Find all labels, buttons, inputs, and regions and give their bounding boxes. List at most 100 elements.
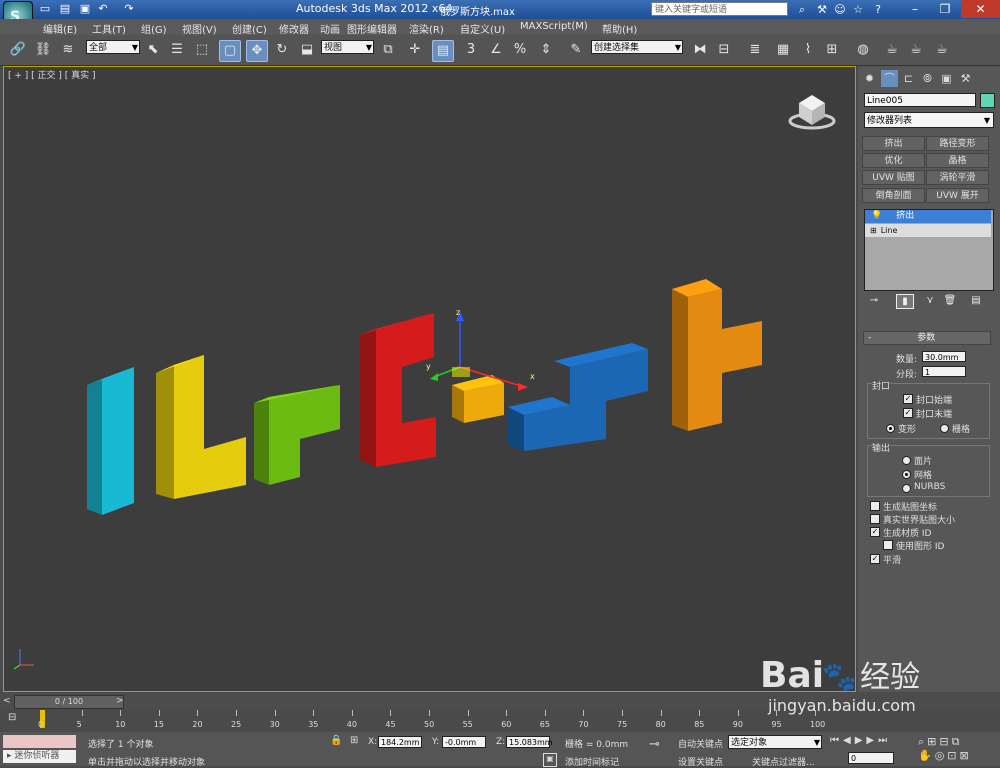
menu-tools[interactable]: 工具(T) xyxy=(92,21,126,36)
undo-icon[interactable]: ↶ xyxy=(96,2,110,16)
key-filters-button[interactable]: 关键点过滤器... xyxy=(752,755,815,768)
link-icon[interactable]: 🔗 xyxy=(8,40,28,60)
angle-snap-icon[interactable]: ∠ xyxy=(486,40,506,60)
mesh-radio[interactable] xyxy=(902,470,911,479)
object-color-swatch[interactable] xyxy=(980,93,995,108)
binoculars-icon[interactable]: ⌕ xyxy=(794,2,810,17)
menu-rendering[interactable]: 渲染(R) xyxy=(409,21,444,36)
turbosmooth-button[interactable]: 涡轮平滑 xyxy=(926,170,989,185)
menu-group[interactable]: 组(G) xyxy=(141,21,167,36)
lattice-button[interactable]: 晶格 xyxy=(926,153,989,168)
rendered-frame-icon[interactable]: ☕ xyxy=(906,40,926,60)
render-production-icon[interactable]: ☕ xyxy=(932,40,952,60)
time-tag-icon[interactable]: ▣ xyxy=(543,753,557,767)
y-coord-field[interactable]: -0.0mm xyxy=(442,736,486,748)
named-selection-dropdown[interactable]: 创建选择集 xyxy=(591,40,683,55)
maxscript-listener-input[interactable] xyxy=(3,735,76,748)
bevel-profile-button[interactable]: 倒角剖面 xyxy=(862,188,925,203)
help-icon[interactable]: ? xyxy=(870,2,886,17)
select-move-icon[interactable]: ✥ xyxy=(246,40,268,62)
align-icon[interactable]: ⊟ xyxy=(714,40,734,60)
restore-button[interactable]: ❐ xyxy=(930,0,960,18)
modify-tab-icon[interactable]: ⌒ xyxy=(881,70,898,87)
material-editor-icon[interactable]: ◍ xyxy=(853,40,873,60)
set-key-button[interactable]: 设置关键点 xyxy=(678,755,723,768)
stack-item-line[interactable]: ⊞ Line xyxy=(865,224,991,237)
auto-key-button[interactable]: 自动关键点 xyxy=(678,737,723,750)
cap-start-checkbox[interactable]: ✓ xyxy=(903,394,913,404)
schematic-view-icon[interactable]: ⊞ xyxy=(822,40,842,60)
save-file-icon[interactable]: ▣ xyxy=(78,2,92,16)
motion-tab-icon[interactable]: ⦾ xyxy=(919,70,936,87)
time-next-icon[interactable]: > xyxy=(116,696,124,706)
percent-snap-icon[interactable]: % xyxy=(510,40,530,60)
patch-radio[interactable] xyxy=(902,456,911,465)
menu-customize[interactable]: 自定义(U) xyxy=(460,21,505,36)
select-object-icon[interactable]: ⬉ xyxy=(143,40,163,60)
uvw-unwrap-button[interactable]: UVW 展开 xyxy=(926,188,989,203)
playback-controls[interactable]: ⏮◀▶▶⏭ xyxy=(830,735,910,747)
lock-icon[interactable]: 🔒 xyxy=(330,735,342,746)
pivot-center-icon[interactable]: ⧉ xyxy=(378,40,398,60)
edit-named-selection-icon[interactable]: ✎ xyxy=(566,40,586,60)
tools-icon[interactable]: ⚒ xyxy=(814,2,830,17)
layer-manager-icon[interactable]: ≣ xyxy=(745,40,765,60)
display-tab-icon[interactable]: ▣ xyxy=(938,70,955,87)
current-frame-field[interactable]: 0 xyxy=(848,752,894,764)
favorites-icon[interactable]: ☆ xyxy=(850,2,866,17)
create-tab-icon[interactable]: ✹ xyxy=(861,70,878,87)
menu-edit[interactable]: 编辑(E) xyxy=(43,21,77,36)
user-icon[interactable]: ☺ xyxy=(832,2,848,17)
cap-end-checkbox[interactable]: ✓ xyxy=(903,408,913,418)
use-shape-id-checkbox[interactable] xyxy=(883,540,893,550)
remove-modifier-icon[interactable]: 🗑 xyxy=(942,294,958,307)
utilities-tab-icon[interactable]: ⚒ xyxy=(957,70,974,87)
mini-listener[interactable]: ▸ 迷你侦听器 xyxy=(3,750,76,763)
menu-maxscript[interactable]: MAXScript(M) xyxy=(520,21,588,32)
params-rollout-header[interactable]: - 参数 xyxy=(863,331,991,345)
absolute-mode-icon[interactable]: ⊞ xyxy=(350,735,358,746)
modifier-list-dropdown[interactable]: 修改器列表 xyxy=(864,112,994,129)
menu-create[interactable]: 创建(C) xyxy=(232,21,267,36)
menu-views[interactable]: 视图(V) xyxy=(182,21,217,36)
render-setup-icon[interactable]: ☕ xyxy=(882,40,902,60)
rect-selection-icon[interactable]: ⬚ xyxy=(192,40,212,60)
spinner-snap-icon[interactable]: ⇕ xyxy=(536,40,556,60)
mirror-icon[interactable]: ⧓ xyxy=(690,40,710,60)
pin-stack-icon[interactable]: ⊸ xyxy=(866,294,882,307)
stack-item-extrude[interactable]: 💡 挤出 xyxy=(865,210,991,223)
nurbs-radio[interactable] xyxy=(902,484,911,493)
morph-radio[interactable] xyxy=(886,424,895,433)
optimize-button[interactable]: 优化 xyxy=(862,153,925,168)
window-crossing-icon[interactable]: ▢ xyxy=(219,40,241,62)
bind-spacewarp-icon[interactable]: ≋ xyxy=(58,40,78,60)
real-world-checkbox[interactable] xyxy=(870,514,880,524)
z-coord-field[interactable]: 15.083mm xyxy=(506,736,553,748)
menu-graph-editors[interactable]: 图形编辑器 xyxy=(347,21,397,36)
make-unique-icon[interactable]: ⋎ xyxy=(922,294,938,307)
time-slider-thumb[interactable]: 0 / 100 xyxy=(14,695,124,709)
select-scale-icon[interactable]: ⬓ xyxy=(297,40,317,60)
keyboard-shortcut-icon[interactable]: ▤ xyxy=(432,40,454,62)
uvw-map-button[interactable]: UVW 贴图 xyxy=(862,170,925,185)
curve-editor-icon[interactable]: ⌇ xyxy=(798,40,818,60)
menu-modifiers[interactable]: 修改器 xyxy=(279,21,309,36)
hierarchy-tab-icon[interactable]: ⊏ xyxy=(900,70,917,87)
menu-help[interactable]: 帮助(H) xyxy=(602,21,637,36)
close-button[interactable]: ✕ xyxy=(961,0,1000,18)
grid-radio[interactable] xyxy=(940,424,949,433)
add-time-tag[interactable]: 添加时间标记 xyxy=(565,755,619,768)
menu-animation[interactable]: 动画 xyxy=(320,21,340,36)
object-name-field[interactable]: Line005 xyxy=(864,93,976,107)
snaps-toggle-icon[interactable]: 3 xyxy=(461,40,481,60)
open-file-icon[interactable]: ▤ xyxy=(58,2,72,16)
smooth-checkbox[interactable]: ✓ xyxy=(870,554,880,564)
key-icon[interactable]: ⊸ xyxy=(649,737,660,752)
select-by-name-icon[interactable]: ☰ xyxy=(167,40,187,60)
configure-sets-icon[interactable]: ▤ xyxy=(968,294,984,307)
manipulate-icon[interactable]: ✛ xyxy=(405,40,425,60)
selection-filter-dropdown[interactable]: 全部 xyxy=(86,40,140,55)
key-mode-dropdown[interactable]: 选定对象 xyxy=(728,735,822,750)
graphite-ribbon-icon[interactable]: ▦ xyxy=(773,40,793,60)
viewport-nav-controls[interactable]: ⌕⊞⊟⧉ ✋◎⊡⊠ xyxy=(918,735,998,765)
